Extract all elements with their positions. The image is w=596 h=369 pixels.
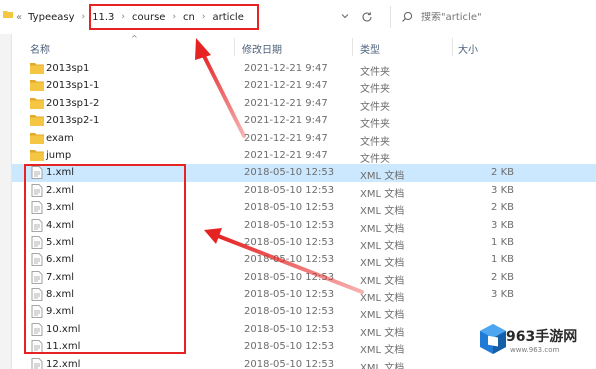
file-date: 2021-12-21 9:47 bbox=[244, 149, 328, 161]
file-type: XML 文档 bbox=[360, 223, 405, 235]
file-type: XML 文档 bbox=[360, 327, 405, 339]
file-type: XML 文档 bbox=[360, 345, 405, 357]
column-divider[interactable] bbox=[352, 38, 353, 56]
file-type: XML 文档 bbox=[360, 293, 405, 305]
search-box[interactable] bbox=[390, 6, 594, 28]
file-name: 12.xml bbox=[46, 358, 81, 369]
file-type: XML 文档 bbox=[360, 310, 405, 322]
file-date: 2018-05-10 12:53 bbox=[244, 358, 335, 369]
file-type: XML 文档 bbox=[360, 240, 405, 252]
file-name: exam bbox=[46, 132, 74, 144]
column-headers: ^ 名称 修改日期 类型 大小 bbox=[12, 34, 596, 60]
list-item[interactable]: 2013sp2-1 2021-12-21 9:47 文件夹 bbox=[12, 112, 596, 131]
chevron-right-icon[interactable]: › bbox=[82, 12, 86, 22]
file-size: 2 KB bbox=[491, 202, 514, 214]
file-date: 2018-05-10 12:53 bbox=[244, 219, 335, 231]
watermark-text: 963手游网 bbox=[506, 329, 578, 345]
address-dropdown-icon[interactable] bbox=[340, 11, 350, 21]
file-size: 3 KB bbox=[491, 289, 514, 301]
sort-caret-icon: ^ bbox=[131, 34, 138, 43]
file-date: 2018-05-10 12:53 bbox=[244, 167, 335, 179]
file-date: 2021-12-21 9:47 bbox=[244, 132, 328, 144]
file-type: 文件夹 bbox=[360, 119, 390, 131]
list-item[interactable]: 2013sp1-1 2021-12-21 9:47 文件夹 bbox=[12, 77, 596, 96]
navigation-pane[interactable] bbox=[0, 34, 12, 369]
column-header-date[interactable]: 修改日期 bbox=[242, 41, 282, 56]
highlight-box-xml-files bbox=[24, 164, 186, 354]
file-type: XML 文档 bbox=[360, 171, 405, 183]
folder-icon bbox=[30, 62, 44, 75]
file-date: 2018-05-10 12:53 bbox=[244, 254, 335, 266]
search-icon bbox=[401, 11, 413, 23]
file-name: 2013sp2-1 bbox=[46, 115, 100, 127]
file-type: 文件夹 bbox=[360, 67, 390, 78]
file-type: 文件夹 bbox=[360, 101, 390, 113]
folder-icon bbox=[30, 97, 44, 110]
file-type: XML 文档 bbox=[360, 275, 405, 287]
file-date: 2018-05-10 12:53 bbox=[244, 236, 335, 248]
highlight-box-path bbox=[89, 4, 259, 30]
file-type: 文件夹 bbox=[360, 153, 390, 165]
file-date: 2021-12-21 9:47 bbox=[244, 97, 328, 109]
file-name: 2013sp1-1 bbox=[46, 80, 100, 92]
file-name: jump bbox=[46, 149, 72, 161]
breadcrumb-overflow-icon[interactable]: « bbox=[16, 12, 22, 23]
file-date: 2018-05-10 12:53 bbox=[244, 306, 335, 318]
file-size: 2 KB bbox=[491, 167, 514, 179]
folder-icon bbox=[30, 114, 44, 127]
folder-icon bbox=[30, 132, 44, 145]
file-type: XML 文档 bbox=[360, 206, 405, 218]
breadcrumb-item-typeeasy[interactable]: Typeeasy bbox=[28, 12, 74, 23]
column-header-size[interactable]: 大小 bbox=[458, 41, 478, 56]
file-date: 2018-05-10 12:53 bbox=[244, 202, 335, 214]
file-date: 2018-05-10 12:53 bbox=[244, 341, 335, 353]
file-date: 2018-05-10 12:53 bbox=[244, 271, 335, 283]
file-type: XML 文档 bbox=[360, 258, 405, 270]
file-date: 2018-05-10 12:53 bbox=[244, 323, 335, 335]
file-size: 2 KB bbox=[491, 271, 514, 283]
refresh-icon[interactable] bbox=[360, 10, 374, 24]
list-item[interactable]: 2013sp1 2021-12-21 9:47 文件夹 bbox=[12, 60, 596, 78]
list-item[interactable]: jump 2021-12-21 9:47 文件夹 bbox=[12, 147, 596, 165]
folder-icon bbox=[30, 149, 44, 162]
file-type: XML 文档 bbox=[360, 362, 405, 369]
file-date: 2021-12-21 9:47 bbox=[244, 80, 328, 92]
file-size: 1 KB bbox=[491, 254, 514, 266]
file-date: 2018-05-10 12:53 bbox=[244, 184, 335, 196]
file-type: XML 文档 bbox=[360, 188, 405, 200]
file-date: 2021-12-21 9:47 bbox=[244, 115, 328, 127]
column-header-name[interactable]: 名称 bbox=[30, 41, 50, 56]
file-type: 文件夹 bbox=[360, 136, 390, 148]
file-date: 2021-12-21 9:47 bbox=[244, 63, 328, 74]
list-item[interactable]: 2013sp1-2 2021-12-21 9:47 文件夹 bbox=[12, 95, 596, 113]
search-input[interactable] bbox=[421, 11, 581, 23]
folder-icon bbox=[30, 79, 44, 92]
xml-file-icon bbox=[30, 357, 44, 369]
file-type: 文件夹 bbox=[360, 84, 390, 96]
watermark-url: www.963.com bbox=[510, 346, 560, 354]
file-name: 2013sp1-2 bbox=[46, 97, 100, 109]
file-size: 3 KB bbox=[491, 184, 514, 196]
file-size: 1 KB bbox=[491, 236, 514, 248]
column-header-type[interactable]: 类型 bbox=[360, 41, 380, 56]
cube-logo-icon bbox=[480, 324, 506, 354]
column-divider[interactable] bbox=[234, 38, 235, 56]
file-name: 2013sp1 bbox=[46, 63, 90, 74]
file-date: 2018-05-10 12:53 bbox=[244, 289, 335, 301]
list-item[interactable]: exam 2021-12-21 9:47 文件夹 bbox=[12, 130, 596, 148]
file-size: 3 KB bbox=[491, 219, 514, 231]
column-divider[interactable] bbox=[452, 38, 453, 56]
